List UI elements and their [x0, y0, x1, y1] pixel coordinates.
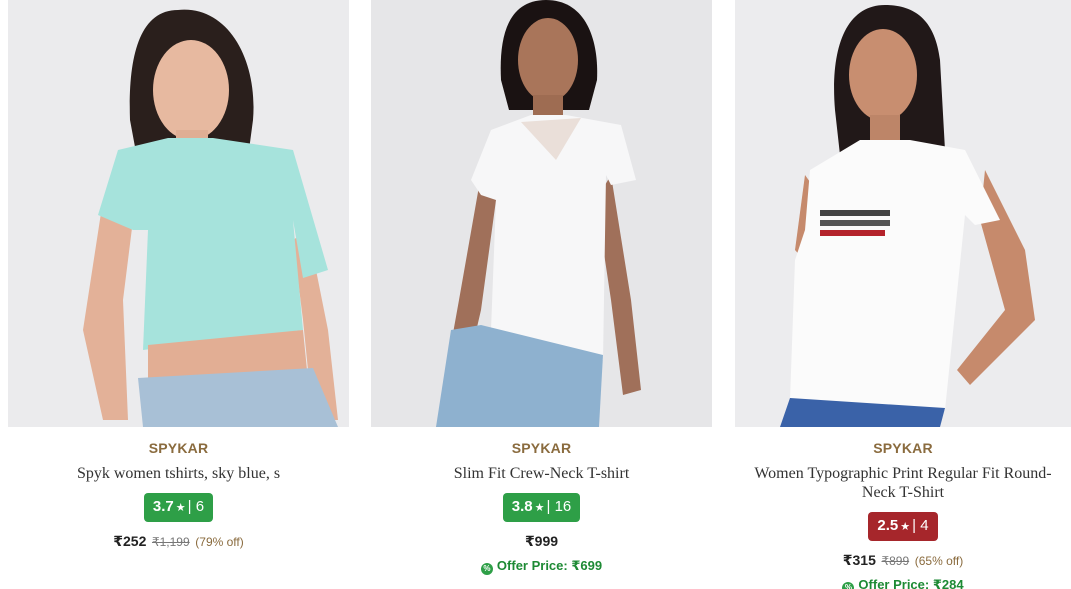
- offer-badge-icon: %: [480, 563, 493, 575]
- offer-badge-icon: %: [842, 582, 855, 589]
- rating-value: 2.5: [877, 517, 899, 534]
- product-photo: [8, 0, 349, 427]
- product-name[interactable]: Spyk women tshirts, sky blue, s: [8, 464, 349, 483]
- discount-label: (65% off): [914, 554, 964, 568]
- product-image[interactable]: [8, 0, 349, 427]
- rating-count: 6: [195, 498, 205, 515]
- selling-price: ₹999: [524, 533, 559, 549]
- product-photo: [371, 0, 712, 427]
- rating-badge: 3.8 ★ | 16: [502, 493, 581, 522]
- product-name[interactable]: Slim Fit Crew-Neck T-shirt: [371, 464, 712, 483]
- rating-value: 3.8: [511, 498, 533, 515]
- star-icon: ★: [900, 521, 911, 533]
- product-photo: [735, 0, 1071, 427]
- selling-price: ₹252: [113, 533, 147, 549]
- star-icon: ★: [534, 502, 545, 514]
- product-name[interactable]: Women Typographic Print Regular Fit Roun…: [735, 464, 1071, 502]
- offer-price-text: Offer Price: ₹284: [858, 577, 964, 589]
- price-row: ₹315 ₹899 (65% off): [735, 552, 1071, 569]
- offer-price-text: Offer Price: ₹699: [496, 558, 603, 573]
- product-card[interactable]: SPYKAR Slim Fit Crew-Neck T-shirt 3.8 ★ | …: [371, 0, 712, 575]
- product-card[interactable]: SPYKAR Women Typographic Print Regular F…: [735, 0, 1071, 589]
- selling-price: ₹315: [842, 552, 876, 568]
- brand-name[interactable]: SPYKAR: [371, 440, 712, 456]
- rating-count: 16: [554, 498, 572, 515]
- rating-count: 4: [920, 517, 929, 534]
- star-icon: ★: [175, 502, 186, 514]
- product-grid: SPYKAR Spyk women tshirts, sky blue, s 3…: [0, 0, 1071, 589]
- offer-price: % Offer Price: ₹284: [735, 577, 1071, 589]
- product-image[interactable]: [735, 0, 1071, 427]
- product-card[interactable]: SPYKAR Spyk women tshirts, sky blue, s 3…: [8, 0, 349, 550]
- rating-badge: 2.5 ★ | 4: [868, 512, 938, 541]
- mrp-price: ₹899: [881, 554, 910, 568]
- brand-name[interactable]: SPYKAR: [735, 440, 1071, 456]
- price-row: ₹999: [371, 533, 712, 550]
- product-image[interactable]: [371, 0, 712, 427]
- brand-name[interactable]: SPYKAR: [8, 440, 349, 456]
- rating-badge: 3.7 ★ | 6: [143, 493, 214, 522]
- discount-label: (79% off): [195, 535, 244, 549]
- price-row: ₹252 ₹1,199 (79% off): [8, 533, 349, 550]
- offer-price: % Offer Price: ₹699: [371, 558, 712, 575]
- rating-value: 3.7: [152, 498, 174, 515]
- mrp-price: ₹1,199: [151, 535, 190, 549]
